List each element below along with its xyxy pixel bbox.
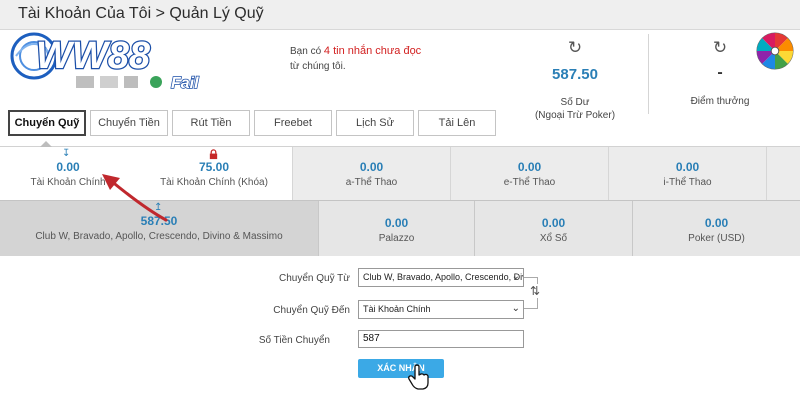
points-value: - xyxy=(717,64,723,81)
wallet-poker[interactable]: 0.00 Poker (USD) xyxy=(632,201,800,256)
refresh-icon[interactable]: ↻ xyxy=(565,38,585,58)
lock-icon xyxy=(209,149,218,160)
wallet-palazzo[interactable]: 0.00 Palazzo xyxy=(318,201,474,256)
amount-input[interactable]: 587 xyxy=(358,330,524,348)
tab-rut-tien[interactable]: Rút Tiền xyxy=(172,110,250,136)
from-label: Chuyển Quỹ Từ xyxy=(279,273,350,284)
tab-chuyen-quy[interactable]: Chuyển Quỹ xyxy=(8,110,86,136)
to-label: Chuyển Quỹ Đến xyxy=(273,305,350,316)
tab-chuyen-tien[interactable]: Chuyển Tiền xyxy=(90,110,168,136)
tab-lich-su[interactable]: Lịch Sử xyxy=(336,110,414,136)
brand-logo: WW88 Fail xyxy=(10,32,200,93)
tab-tai-len[interactable]: Tải Lên xyxy=(418,110,496,136)
breadcrumb: Tài Khoản Của Tôi > Quản Lý Quỹ xyxy=(18,5,264,22)
logo-suffix: Fail xyxy=(171,75,199,92)
annotation-arrow xyxy=(102,174,168,222)
hand-cursor-icon xyxy=(408,364,429,390)
amount-label: Số Tiền Chuyển xyxy=(258,335,330,346)
lucky-wheel-icon[interactable] xyxy=(756,32,794,70)
to-select[interactable]: Tài Khoản Chính ⌄ xyxy=(358,300,524,319)
balance-value: 587.50 xyxy=(552,66,598,83)
from-select[interactable]: Club W, Bravado, Apollo, Crescendo, Divi… xyxy=(358,268,524,287)
wallet-lottery[interactable]: 0.00 Xổ Số xyxy=(474,201,632,256)
chevron-down-icon: ⌄ xyxy=(511,271,520,282)
logo-text: WW88 xyxy=(36,35,151,77)
wallet-a-sports[interactable]: 0.00 a-Thể Thao xyxy=(292,147,450,200)
wallet-e-sports[interactable]: 0.00 e-Thể Thao xyxy=(450,147,608,200)
down-arrow-icon: ↧ xyxy=(62,148,71,159)
refresh-icon[interactable]: ↻ xyxy=(710,38,730,58)
unread-message-notice: Bạn có 4 tin nhắn chưa đọc từ chúng tôi. xyxy=(290,45,422,72)
points-label: Điểm thưởng xyxy=(690,96,750,107)
chevron-down-icon: ⌄ xyxy=(511,303,520,314)
unread-messages-link[interactable]: 4 tin nhắn chưa đọc xyxy=(324,45,421,57)
tab-freebet[interactable]: Freebet xyxy=(254,110,332,136)
wallet-i-sports[interactable]: 0.00 i-Thể Thao xyxy=(608,147,766,200)
wallet-overflow xyxy=(766,147,800,200)
balance-label: Số Dư (Ngoại Trừ Poker) xyxy=(534,97,616,121)
swap-icon[interactable]: ⇅ xyxy=(529,284,542,298)
divider xyxy=(648,34,649,114)
confirm-button[interactable]: XÁC NHẬN xyxy=(358,359,444,378)
